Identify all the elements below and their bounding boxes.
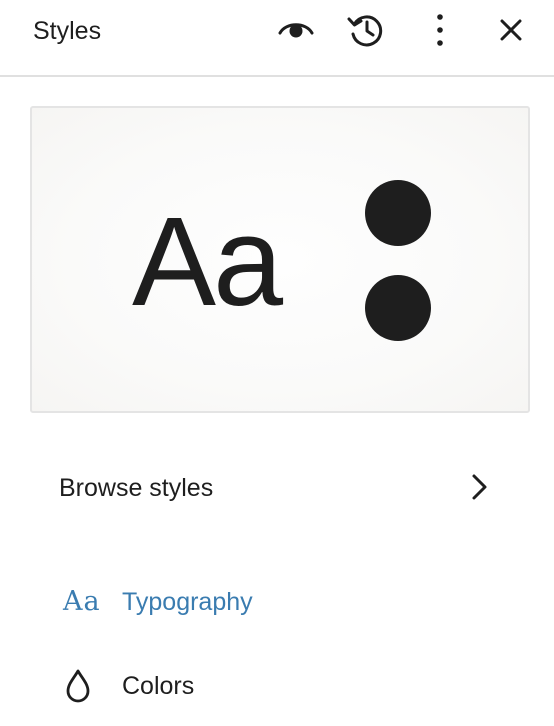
- eye-icon: [277, 18, 315, 42]
- droplet-icon: [63, 668, 103, 704]
- nav-item-label: Colors: [122, 672, 195, 700]
- history-icon: [346, 10, 386, 50]
- nav-item-typography[interactable]: Aa Typography: [30, 570, 530, 634]
- typography-icon: Aa: [63, 584, 103, 620]
- typography-icon-glyph: Aa: [63, 586, 101, 617]
- close-button[interactable]: [491, 10, 531, 50]
- vertical-ellipsis-icon: [435, 13, 445, 47]
- revisions-button[interactable]: [346, 10, 386, 50]
- preview-color-swatch: [365, 180, 431, 246]
- nav-item-colors[interactable]: Colors: [30, 654, 530, 718]
- nav-item-label: Typography: [122, 588, 253, 616]
- browse-styles-label: Browse styles: [59, 474, 214, 502]
- more-options-button[interactable]: [420, 10, 460, 50]
- style-preview-card[interactable]: Aa: [30, 106, 530, 413]
- close-icon: [499, 18, 523, 42]
- browse-styles-button[interactable]: Browse styles: [30, 452, 530, 522]
- chevron-right-icon: [466, 472, 492, 507]
- panel-title: Styles: [33, 17, 102, 45]
- style-book-button[interactable]: [276, 10, 316, 50]
- preview-color-swatch: [365, 275, 431, 341]
- preview-typography-sample: Aa: [132, 191, 283, 332]
- sidebar-header: Styles: [0, 0, 554, 77]
